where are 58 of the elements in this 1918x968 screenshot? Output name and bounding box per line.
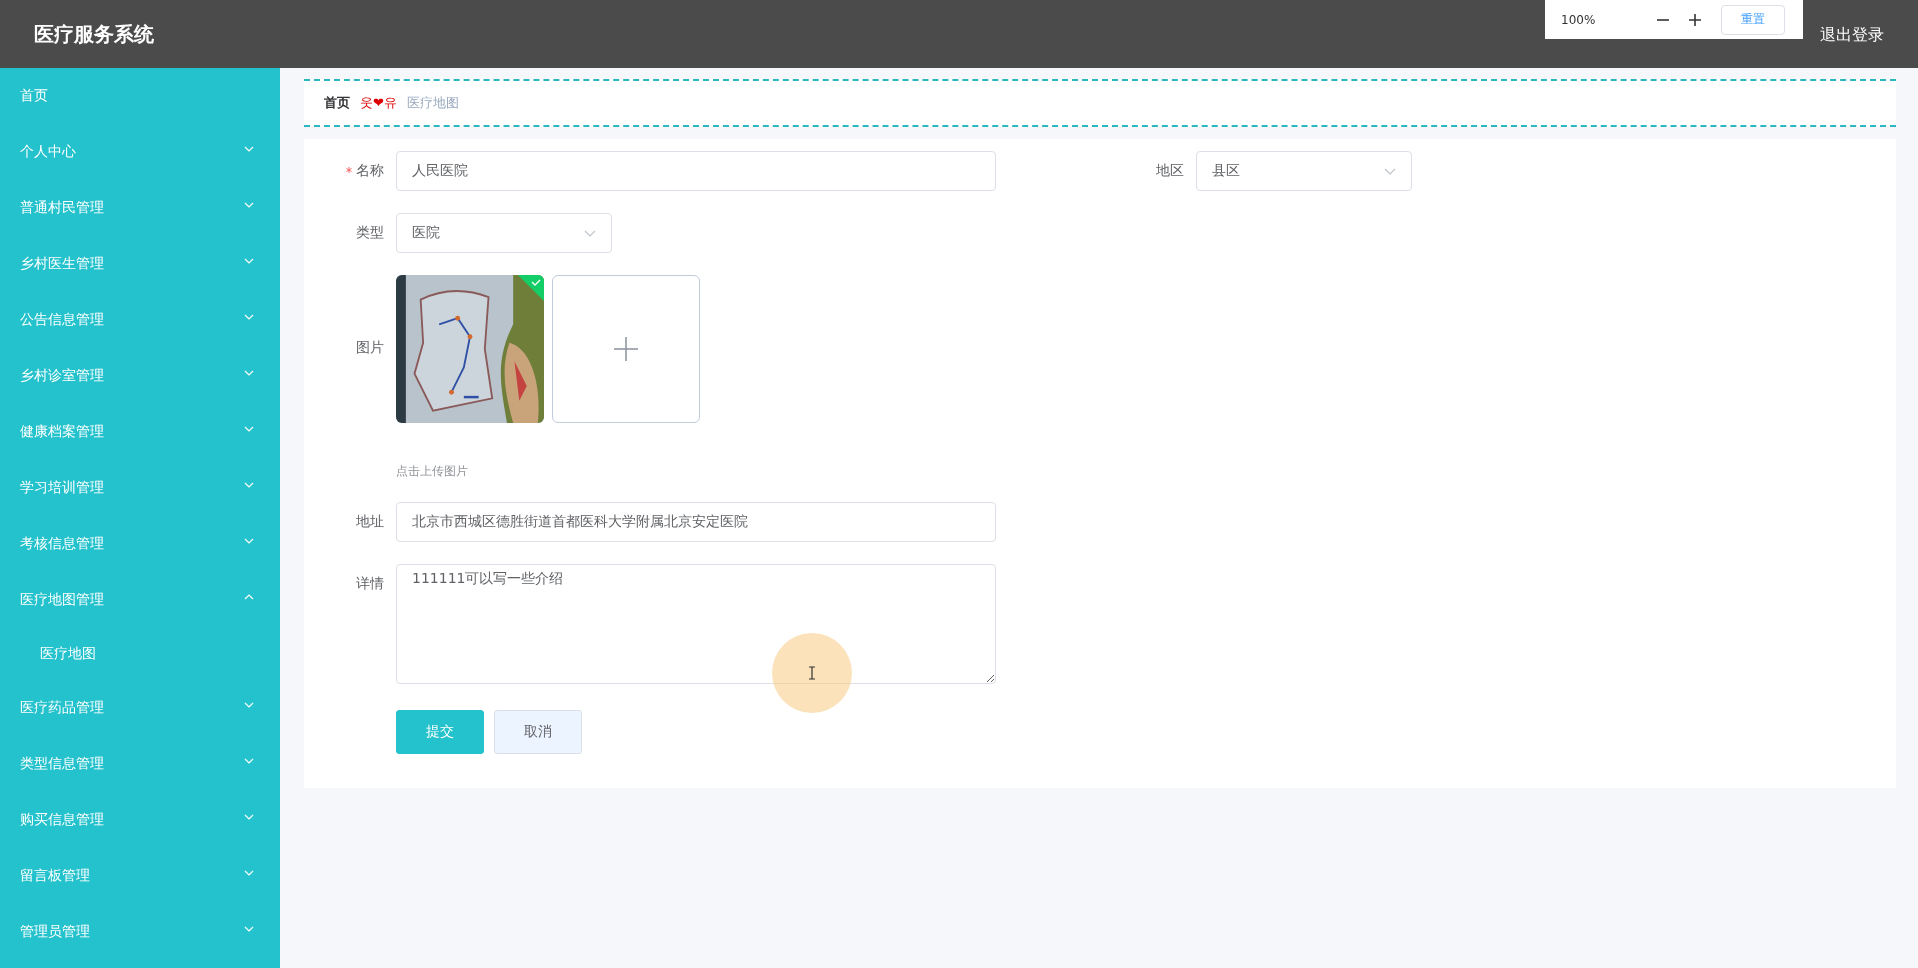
field-label: 地址	[356, 513, 384, 531]
submit-button[interactable]: 提交	[396, 710, 484, 754]
menu-item[interactable]: 乡村诊室管理	[0, 348, 280, 404]
menu-label: 首页	[20, 87, 48, 105]
menu-item[interactable]: 学习培训管理	[0, 460, 280, 516]
plus-icon	[1689, 13, 1701, 26]
menu-label: 医疗药品管理	[20, 699, 104, 717]
input-field[interactable]: 北京市西城区德胜街道首都医科大学附属北京安定医院	[396, 502, 996, 542]
menu-label: 乡村医生管理	[20, 255, 104, 273]
menu-item[interactable]: 类型信息管理	[0, 736, 280, 792]
menu-label: 购买信息管理	[20, 811, 104, 829]
menu-label: 公告信息管理	[20, 311, 104, 329]
menu-item[interactable]: 普通村民管理	[0, 180, 280, 236]
zoom-in-button[interactable]	[1689, 13, 1701, 26]
menu-item[interactable]: 乡村医生管理	[0, 236, 280, 292]
menu-label: 学习培训管理	[20, 479, 104, 497]
zoom-value: 100%	[1561, 12, 1597, 27]
chevron-down-icon	[1384, 167, 1396, 175]
plus-icon	[614, 337, 638, 361]
menu-label: 健康档案管理	[20, 423, 104, 441]
menu-item[interactable]: 购买信息管理	[0, 792, 280, 848]
reset-button[interactable]: 重置	[1721, 4, 1785, 35]
upload-hint: 点击上传图片	[396, 463, 469, 480]
field-label: 名称	[356, 162, 384, 180]
breadcrumb-link[interactable]: 医疗地图	[406, 94, 459, 112]
menu-label: 普通村民管理	[20, 199, 104, 217]
submenu-item[interactable]: 医疗地图	[0, 628, 280, 680]
breadcrumb-separator: 웃❤유	[360, 94, 397, 112]
menu-item[interactable]: 管理员管理	[0, 904, 280, 960]
text-cursor-icon	[808, 666, 816, 680]
menu-item[interactable]: 个人中心	[0, 124, 280, 180]
chevron-down-icon	[584, 229, 596, 237]
menu-label: 乡村诊室管理	[20, 367, 104, 385]
menu-label: 个人中心	[20, 143, 76, 161]
menu-item[interactable]: 公告信息管理	[0, 292, 280, 348]
input-field[interactable]: 人民医院	[396, 151, 996, 191]
menu-item[interactable]: 健康档案管理	[0, 404, 280, 460]
menu-label: 管理员管理	[20, 923, 90, 941]
cancel-button[interactable]: 取消	[494, 710, 582, 754]
breadcrumb-link[interactable]: 首页	[324, 94, 350, 112]
app-title: 医疗服务系统	[34, 20, 154, 48]
menu-label: 考核信息管理	[20, 535, 104, 553]
text-area[interactable]: 111111可以写一些介绍	[396, 564, 996, 684]
menu-item[interactable]: 首页	[0, 68, 280, 124]
menu-label: 类型信息管理	[20, 755, 104, 773]
logout-link[interactable]: 退出登录	[1820, 24, 1884, 46]
field-label: 详情	[356, 575, 384, 593]
select-field[interactable]: 医院	[396, 213, 612, 253]
select-field[interactable]: 县区	[1196, 151, 1412, 191]
field-label: 地区	[1156, 162, 1184, 180]
field-label: 类型	[356, 224, 384, 242]
menu-label: 医疗地图管理	[20, 591, 104, 609]
menu-item[interactable]: 考核信息管理	[0, 516, 280, 572]
field-label: 图片	[356, 339, 384, 357]
menu-item[interactable]: 医疗地图管理	[0, 572, 280, 628]
menu-item[interactable]: 留言板管理	[0, 848, 280, 904]
menu-label: 留言板管理	[20, 867, 90, 885]
menu-item[interactable]: 医疗药品管理	[0, 680, 280, 736]
